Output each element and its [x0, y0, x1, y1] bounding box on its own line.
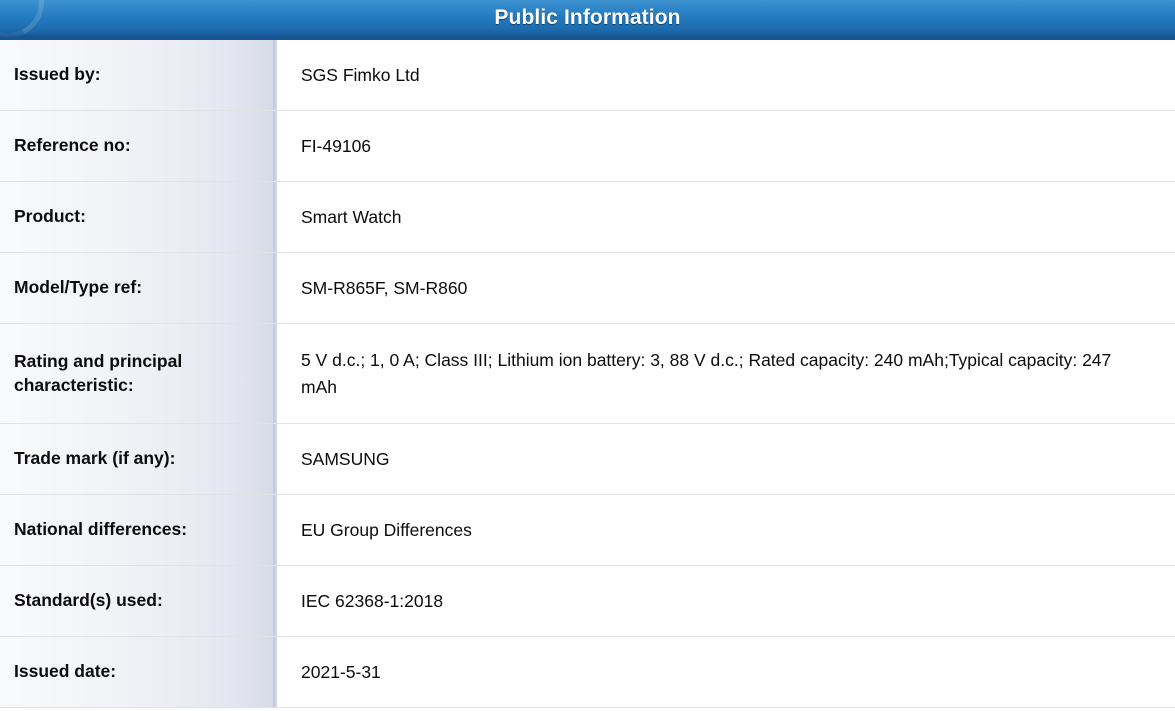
row-value-text: FI-49106	[301, 135, 372, 156]
table-row: Product: Smart Watch	[0, 182, 1175, 253]
row-value-text: EU Group Differences	[301, 519, 472, 540]
row-value-text: SGS Fimko Ltd	[301, 64, 420, 85]
row-value: SAMSUNG	[277, 424, 1175, 494]
public-information-page: Public Information Issued by: SGS Fimko L…	[0, 0, 1175, 711]
row-label: Rating and principal characteristic:	[0, 324, 277, 423]
table-row: Reference no: FI-49106	[0, 111, 1175, 182]
row-value: 2021-5-31	[277, 637, 1175, 707]
table-row: Standard(s) used: IEC 62368-1:2018	[0, 566, 1175, 637]
page-title: Public Information	[494, 6, 681, 29]
row-value: 5 V d.c.; 1, 0 A; Class III; Lithium ion…	[277, 324, 1175, 423]
row-value-text: 5 V d.c.; 1, 0 A; Class III; Lithium ion…	[301, 350, 1112, 397]
table-row: Trade mark (if any): SAMSUNG	[0, 424, 1175, 495]
row-label: Standard(s) used:	[0, 566, 277, 636]
row-label: Issued date:	[0, 637, 277, 707]
row-value-text: 2021-5-31	[301, 661, 381, 682]
table-row: Issued by: SGS Fimko Ltd	[0, 40, 1175, 111]
row-label: Reference no:	[0, 111, 277, 181]
table-row: National differences: EU Group Difference…	[0, 495, 1175, 566]
row-value: FI-49106	[277, 111, 1175, 181]
table-row: Rating and principal characteristic: 5 V …	[0, 324, 1175, 424]
page-header-bar: Public Information	[0, 0, 1175, 40]
row-label: Product:	[0, 182, 277, 252]
row-value-text: IEC 62368-1:2018	[301, 590, 444, 611]
row-label: Issued by:	[0, 40, 277, 110]
row-value: IEC 62368-1:2018	[277, 566, 1175, 636]
row-value-text: Smart Watch	[301, 206, 402, 227]
row-label: Trade mark (if any):	[0, 424, 277, 494]
row-label: National differences:	[0, 495, 277, 565]
row-value: SM-R865F, SM-R860	[277, 253, 1175, 323]
table-row: Model/Type ref: SM-R865F, SM-R860	[0, 253, 1175, 324]
row-value: EU Group Differences	[277, 495, 1175, 565]
row-value: SGS Fimko Ltd	[277, 40, 1175, 110]
row-value-text: SM-R865F, SM-R860	[301, 277, 468, 298]
public-information-table: Issued by: SGS Fimko Ltd Reference no: FI-4…	[0, 40, 1175, 708]
row-value: Smart Watch	[277, 182, 1175, 252]
row-value-text: SAMSUNG	[301, 448, 390, 469]
row-label: Model/Type ref:	[0, 253, 277, 323]
table-row: Issued date: 2021-5-31	[0, 637, 1175, 708]
